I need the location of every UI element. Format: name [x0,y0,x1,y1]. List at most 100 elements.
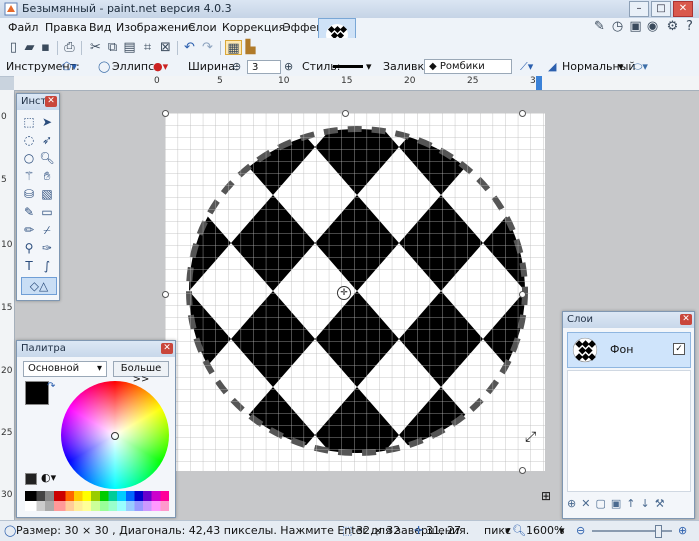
width-increase-icon[interactable]: ⊕ [284,60,293,73]
color-picker-icon[interactable]: ⌿ [39,222,55,238]
width-decrease-icon[interactable]: ⊖ [232,60,241,73]
pencil-icon[interactable]: ✏ [21,222,37,238]
layer-properties-icon[interactable]: ⚒ [655,497,670,510]
line-curve-icon[interactable]: ∫ [39,258,55,274]
lasso-icon[interactable]: ◌ [21,132,37,148]
antialias-icon[interactable]: ⟋▾ [520,60,533,74]
zoom-dropdown-icon[interactable]: ▾ [559,524,565,537]
image-canvas[interactable] [165,113,545,471]
zoom-icon[interactable]: 🔍︎ [39,150,55,166]
shapes-icon[interactable]: ◇△ [21,277,57,295]
grid-icon[interactable]: ▦ [225,40,242,56]
layers-window-icon[interactable]: ▣ [628,19,643,34]
palette-panel-close-icon[interactable]: ✕ [161,343,173,354]
palette-swatches-row2[interactable] [25,501,169,511]
layer-thumbnail [572,337,598,363]
more-button[interactable]: Больше >> [113,361,169,385]
paintbrush-icon[interactable]: ✎ [21,204,37,220]
new-icon[interactable]: ▯ [6,40,21,55]
blend-dropdown-icon[interactable]: ▾ [618,60,624,73]
menu-file[interactable]: Файл [8,21,38,34]
menu-edit[interactable]: Правка [45,21,87,34]
selection-mode-icon[interactable]: ⬭▾ [633,60,648,74]
rectangle-select-icon[interactable]: ⬚ [21,114,37,130]
add-layer-icon[interactable]: ⊕ [567,497,581,510]
help-icon[interactable]: ? [682,19,697,34]
move-selected-icon[interactable]: ➶ [39,132,55,148]
selection-size: 32 × 32 [356,524,401,537]
color-wheel[interactable] [61,381,169,489]
menu-view[interactable]: Вид [89,21,111,34]
primary-color-swatch[interactable] [25,381,49,405]
deselect-icon[interactable]: ⊠ [158,40,173,55]
title-bar: Безымянный - paint.net версия 4.0.3 – □ … [0,0,699,19]
minimize-button[interactable]: – [629,1,649,17]
line-style-preview[interactable] [333,65,363,68]
layers-panel-close-icon[interactable]: ✕ [680,314,692,325]
history-window-icon[interactable]: ◷ [610,19,625,34]
palette-options-icon[interactable]: ◐▾ [41,471,56,484]
handle-left[interactable] [162,291,169,298]
recolor-icon[interactable]: ✑ [39,240,55,256]
handle-top[interactable] [342,110,349,117]
clone-stamp-icon[interactable]: ⚲ [21,240,37,256]
zoom-out-icon[interactable]: ⊖ [576,524,585,537]
swap-colors-icon[interactable]: ↷ [47,381,55,392]
move-layer-up-icon[interactable]: ↑ [626,497,640,510]
close-button[interactable]: ✕ [673,1,693,17]
palette-preset-dropdown[interactable]: Основной ▾ [23,361,107,377]
redo-icon[interactable]: ↷ [200,40,215,55]
cut-icon[interactable]: ✂ [88,40,103,55]
style-dropdown-icon[interactable]: ▾ [366,60,372,73]
menu-image[interactable]: Изображение [116,21,195,34]
colors-window-icon[interactable]: ◉ [645,19,660,34]
undo-icon[interactable]: ↶ [182,40,197,55]
paste-icon[interactable]: ▤ [122,40,137,55]
handle-top-right[interactable] [519,110,526,117]
crop-icon[interactable]: ⌗ [140,40,155,55]
save-icon[interactable]: ▪ [38,40,53,55]
canvas-corner-icon[interactable]: ⊞ [541,489,551,503]
open-icon[interactable]: ▰ [22,40,37,55]
window-title: Безымянный - paint.net версия 4.0.3 [22,2,232,15]
magic-wand-icon[interactable]: ⚚ [21,168,37,184]
gradient-icon[interactable]: ▧ [39,186,55,202]
maximize-button[interactable]: □ [651,1,671,17]
pan-icon[interactable]: ✋︎ [39,168,55,184]
settings-icon[interactable]: ⚙ [665,19,680,34]
handle-top-left[interactable] [162,110,169,117]
merge-layer-icon[interactable]: ▣ [611,497,626,510]
move-layer-down-icon[interactable]: ↓ [640,497,654,510]
zoom-slider-thumb[interactable] [655,525,662,538]
shape-color-icon[interactable]: ●▾ [153,60,168,73]
ellipse-select-icon[interactable]: ○ [21,150,37,166]
layer-row-background[interactable]: Фон ✓ [567,332,691,368]
handle-bottom-right[interactable] [519,467,526,474]
shape-label[interactable]: Эллипс [112,60,154,73]
menu-adjustments[interactable]: Коррекция [222,21,285,34]
width-input[interactable]: 3 [247,60,281,74]
menu-layers[interactable]: Слои [188,21,217,34]
handle-right[interactable] [519,291,526,298]
text-icon[interactable]: T [21,258,37,274]
ruler-icon[interactable]: ▙ [243,40,258,55]
zoom-in-icon[interactable]: ⊕ [678,524,687,537]
move-selection-icon[interactable]: ➤ [39,114,55,130]
ruler-v-label: 10 [1,240,13,250]
duplicate-layer-icon[interactable]: ▢ [595,497,610,510]
blend-mode-dropdown[interactable]: Нормальный [562,60,636,73]
copy-icon[interactable]: ⧉ [105,40,120,55]
tools-panel-close-icon[interactable]: ✕ [45,96,57,107]
delete-layer-icon[interactable]: ✕ [581,497,595,510]
paint-bucket-icon[interactable]: ⛁ [21,186,37,202]
print-icon[interactable]: ⎙ [62,40,77,55]
layer-visibility-checkbox[interactable]: ✓ [673,343,685,355]
mini-primary-swatch[interactable] [25,473,37,485]
move-center-icon[interactable]: ✛ [337,286,351,300]
eraser-icon[interactable]: ▭ [39,204,55,220]
palette-swatches-row1[interactable] [25,491,169,501]
fill-dropdown[interactable]: ◆ Ромбики [424,59,512,74]
tools-window-icon[interactable]: ✎ [592,19,607,34]
current-tool-icon[interactable]: ⬠▾ [62,60,77,73]
units-dropdown-icon[interactable]: ▾ [505,524,511,537]
